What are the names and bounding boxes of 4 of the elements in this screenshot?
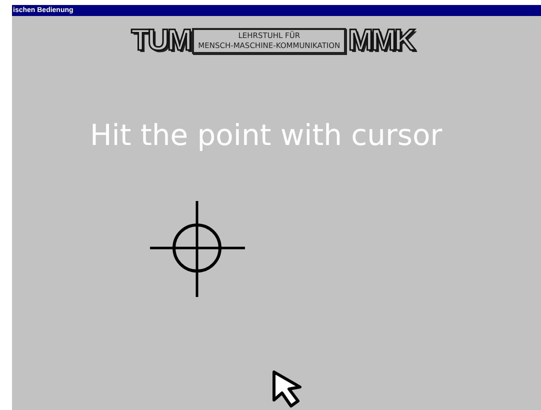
logo-mark: TUM xyxy=(131,24,190,58)
instruction-text: Hit the point with cursor xyxy=(90,118,442,152)
logo-mark: MMK xyxy=(348,24,414,58)
crosshair-target-icon[interactable] xyxy=(148,201,246,299)
